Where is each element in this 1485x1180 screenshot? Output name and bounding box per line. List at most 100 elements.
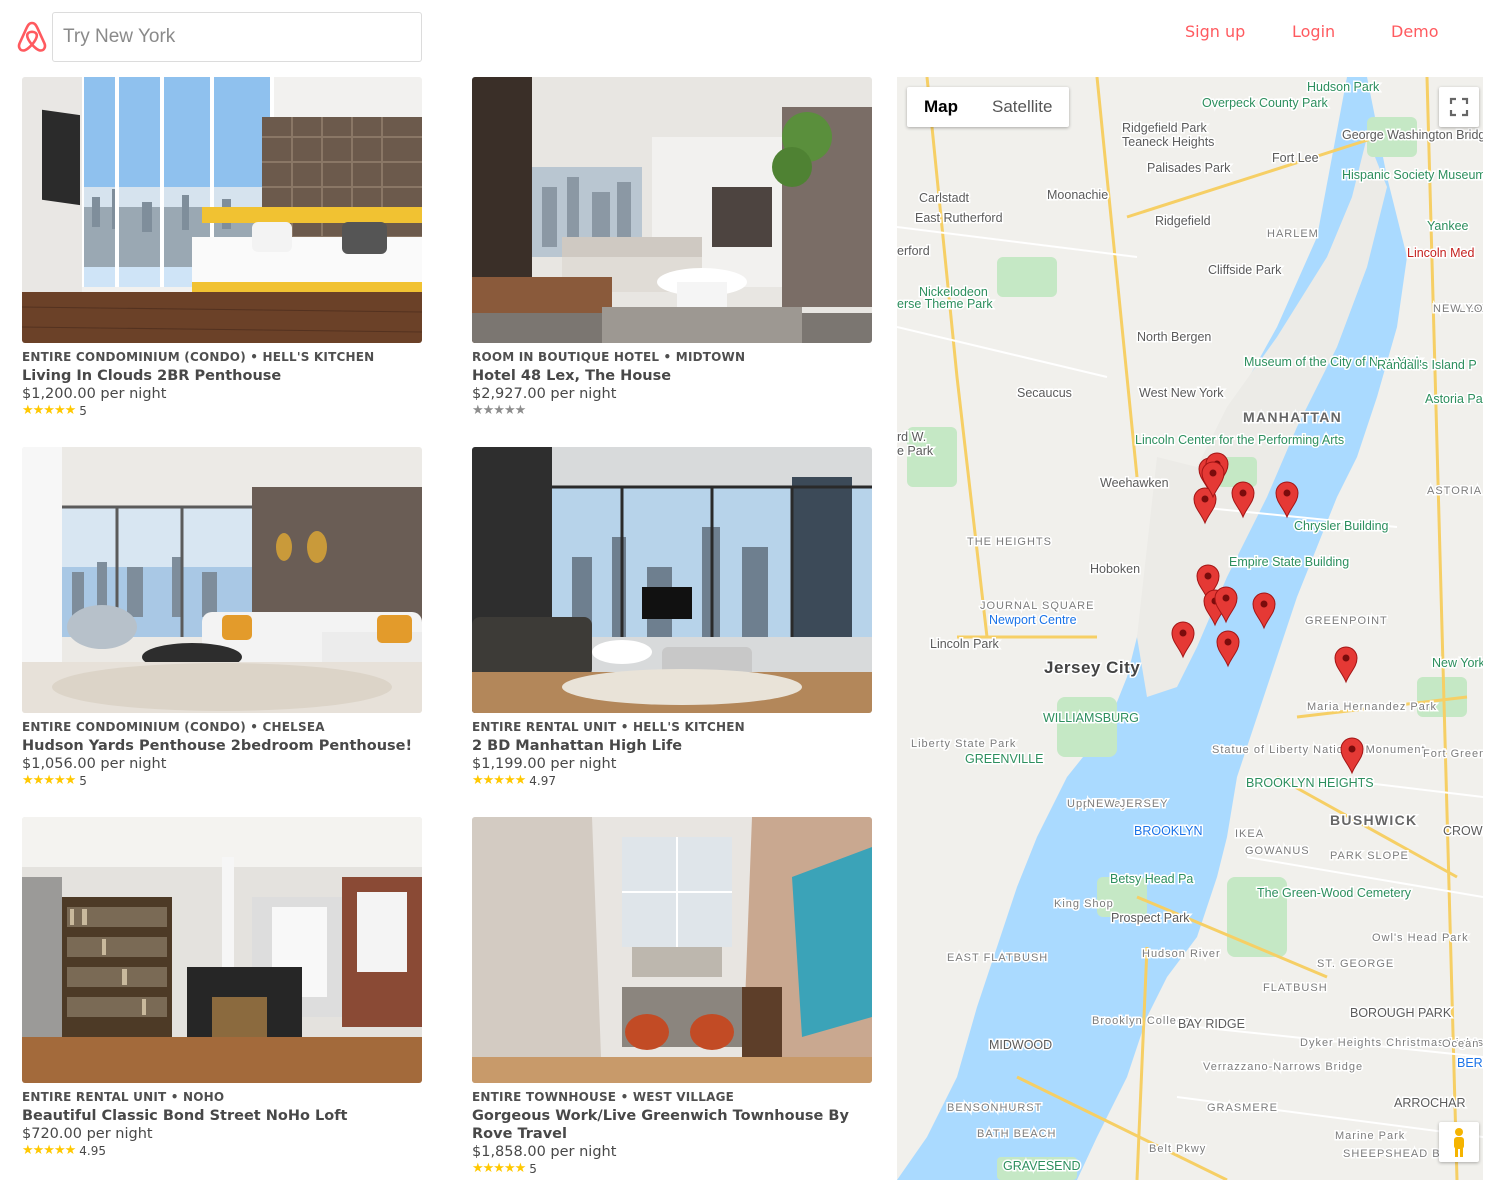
map-label: West New York — [1139, 386, 1224, 400]
map-label: Jersey City — [1044, 658, 1140, 677]
listing-photo-overhead-living-room[interactable] — [472, 817, 872, 1083]
sign-up-link[interactable]: Sign up — [1185, 22, 1245, 41]
listing-photo-skyline-living-room[interactable] — [472, 447, 872, 713]
map-label: ARROCHAR — [1394, 1096, 1466, 1110]
listing-card[interactable]: ENTIRE CONDOMINIUM (CONDO) • HELL'S KITC… — [22, 77, 422, 418]
map-label: George Washington Bridge — [1342, 128, 1483, 142]
star-rating-icon: ★★★★★ — [22, 1143, 76, 1158]
map-label: ASTORIA — [1427, 485, 1482, 497]
street-view-pegman-button[interactable] — [1439, 1122, 1479, 1162]
map-canvas[interactable]: Hudson Park Overpeck County Park Ridgefiel… — [897, 77, 1483, 1180]
map-label: Cliffside Park — [1208, 263, 1282, 277]
map-label: THE HEIGHTS — [967, 536, 1052, 548]
map-label: GOWANUS — [1245, 845, 1310, 857]
top-bar: Sign up Login Demo — [0, 0, 1485, 70]
map-label: BAY RIDGE — [1178, 1017, 1245, 1031]
map-label: Maria Hernandez Park — [1307, 701, 1437, 713]
map-marker-dot — [1224, 638, 1232, 646]
listing-type: ROOM IN BOUTIQUE HOTEL • MIDTOWN — [472, 350, 746, 364]
listing-title[interactable]: 2 BD Manhattan High Life — [472, 737, 872, 755]
map-marker-dot — [1239, 489, 1247, 497]
listing-card[interactable]: ENTIRE CONDOMINIUM (CONDO) • CHELSEA Hud… — [22, 447, 422, 788]
star-rating-icon: ★★★★★ — [472, 1161, 526, 1176]
airbnb-logo-icon[interactable] — [16, 20, 48, 54]
map-marker-dot — [1201, 495, 1209, 503]
map-label: Liberty State Park — [911, 738, 1016, 750]
map-label: Fort Greene Park — [1423, 748, 1483, 760]
map-marker-icon[interactable] — [1216, 630, 1240, 668]
listing-photo-bedroom[interactable] — [22, 77, 422, 343]
map-label: Hudson Park — [1307, 80, 1380, 94]
star-rating-icon: ★★★★★ — [472, 403, 526, 418]
listing-card[interactable]: ENTIRE RENTAL UNIT • HELL'S KITCHEN 2 BD… — [472, 447, 872, 788]
map-label: Prospect Park — [1111, 911, 1190, 925]
listing-title[interactable]: Hotel 48 Lex, The House — [472, 367, 872, 385]
search-input[interactable] — [52, 12, 422, 62]
map-label: BROOKLYN — [1134, 824, 1203, 838]
fullscreen-button[interactable] — [1439, 87, 1479, 127]
listing-type: ENTIRE RENTAL UNIT • NOHO — [22, 1090, 225, 1104]
map-marker-dot — [1209, 469, 1217, 477]
listing-type: ENTIRE RENTAL UNIT • HELL'S KITCHEN — [472, 720, 745, 734]
pegman-icon — [1454, 1128, 1464, 1157]
map-label: IKEA — [1235, 828, 1264, 840]
map-label: Hudson River — [1142, 948, 1221, 960]
map-label: MIDWOOD — [989, 1038, 1052, 1052]
map-label: WILLIAMSBURG — [1043, 711, 1139, 725]
map-label: Yankee — [1427, 219, 1469, 233]
map-label: GREENPOINT — [1305, 615, 1388, 627]
map-marker-icon[interactable] — [1252, 592, 1276, 630]
demo-link[interactable]: Demo — [1391, 22, 1439, 41]
map-type-map-button[interactable]: Map — [907, 87, 975, 127]
listing-photo-loft-kitchen[interactable] — [22, 817, 422, 1083]
listing-title[interactable]: Living In Clouds 2BR Penthouse — [22, 367, 422, 385]
map-marker-dot — [1260, 600, 1268, 608]
map-label: BROOKLYN HEIGHTS — [1246, 776, 1374, 790]
map-label: BENSONHURST — [947, 1102, 1042, 1114]
listing-type: ENTIRE TOWNHOUSE • WEST VILLAGE — [472, 1090, 735, 1104]
map-label: Hoboken — [1090, 562, 1140, 576]
map[interactable]: Hudson Park Overpeck County Park Ridgefiel… — [897, 77, 1483, 1180]
rating-score: 5 — [79, 773, 87, 788]
map-label: Owl's Head Park — [1372, 932, 1469, 944]
map-label: Overpeck County Park — [1202, 96, 1328, 110]
map-label: The Green-Wood Cemetery — [1257, 886, 1412, 900]
map-label: Carlstadt — [919, 191, 970, 205]
map-label: Lincoln Med — [1407, 246, 1474, 260]
map-type-control: Map Satellite — [907, 87, 1070, 127]
map-label: rd W. — [897, 430, 926, 444]
listing-type: ENTIRE CONDOMINIUM (CONDO) • HELL'S KITC… — [22, 350, 375, 364]
map-label: BOROUGH PARK — [1350, 1006, 1452, 1020]
map-marker-dot — [1348, 745, 1356, 753]
map-label: Palisades Park — [1147, 161, 1231, 175]
map-label: Moonachie — [1047, 188, 1108, 202]
login-link[interactable]: Login — [1292, 22, 1335, 41]
map-label: North Bergen — [1137, 330, 1211, 344]
listing-price: $1,858.00 per night — [472, 1144, 617, 1160]
map-marker-dot — [1283, 489, 1291, 497]
map-label: Ridgefield Park — [1122, 121, 1208, 135]
listing-rating: ★★★★★ 4.97 — [472, 773, 872, 788]
listing-title[interactable]: Gorgeous Work/Live Greenwich Townhouse B… — [472, 1107, 872, 1143]
map-label: CROWN HEIGHTS — [1443, 824, 1483, 838]
map-label: BERGEN — [1457, 1056, 1483, 1070]
map-label: Hispanic Society Museum & Library — [1342, 168, 1483, 182]
listing-card[interactable]: ENTIRE TOWNHOUSE • WEST VILLAGE Gorgeous… — [472, 817, 872, 1176]
listing-card[interactable]: ENTIRE RENTAL UNIT • NOHO Beautiful Clas… — [22, 817, 422, 1158]
map-type-satellite-button[interactable]: Satellite — [975, 87, 1069, 127]
map-label: Lincoln Park — [930, 637, 1000, 651]
listing-card[interactable]: ROOM IN BOUTIQUE HOTEL • MIDTOWN Hotel 4… — [472, 77, 872, 418]
map-label: Ridgefield — [1155, 214, 1211, 228]
listing-price: $1,056.00 per night — [22, 756, 167, 772]
listing-photo-living-room[interactable] — [472, 77, 872, 343]
listing-photo-living-room[interactable] — [22, 447, 422, 713]
map-marker-dot — [1204, 572, 1212, 580]
listing-title[interactable]: Beautiful Classic Bond Street NoHo Loft — [22, 1107, 422, 1125]
map-label: East Rutherford — [915, 211, 1003, 225]
map-marker-icon[interactable] — [1275, 481, 1299, 519]
map-label: Secaucus — [1017, 386, 1072, 400]
listing-title[interactable]: Hudson Yards Penthouse 2bedroom Penthous… — [22, 737, 422, 755]
listing-rating: ★★★★★ 4.95 — [22, 1143, 422, 1158]
map-label: Betsy Head Pa — [1110, 872, 1193, 886]
map-label: FLATBUSH — [1263, 982, 1328, 994]
